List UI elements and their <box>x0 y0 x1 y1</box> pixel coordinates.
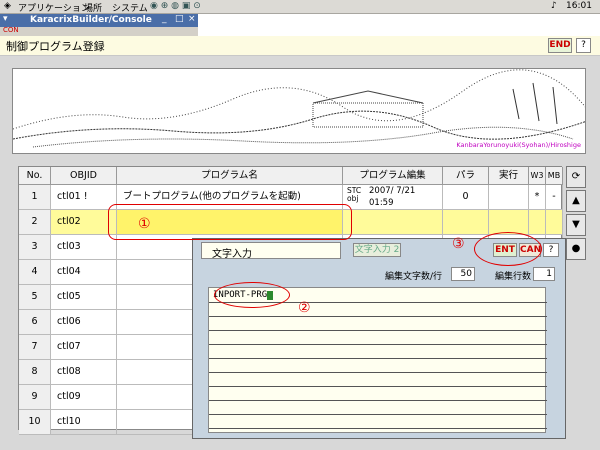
chars-per-line-label: 編集文字数/行 <box>385 272 443 282</box>
window-menu-icon[interactable]: ▾ <box>3 14 8 24</box>
close-icon[interactable]: × <box>188 14 196 24</box>
col-objid: OBJID <box>51 167 117 185</box>
cell-no: 8 <box>19 360 51 384</box>
text-edit-area[interactable]: INPORT-PRG <box>208 287 547 433</box>
cell-run[interactable] <box>489 185 529 209</box>
minimize-icon[interactable]: _ <box>162 14 167 24</box>
volume-icon[interactable]: ♪ <box>551 1 557 11</box>
console-tag: CON <box>3 26 19 34</box>
window-title: KaracrixBuilder/Console <box>30 15 152 25</box>
col-mb: MB <box>546 167 563 185</box>
cell-objid: ctl09 <box>51 385 117 409</box>
dialog-help-button[interactable]: ? <box>543 243 559 257</box>
apps-menu-icon[interactable]: ◈ <box>4 1 11 11</box>
cell-no: 2 <box>19 210 51 234</box>
launcher-icons[interactable]: ◉ ⊕ ◍ ▣ ⊙ <box>150 1 201 11</box>
system-menu-bar: ◈ アプリケーション 場所 システム ◉ ⊕ ◍ ▣ ⊙ ♪ 16:01 <box>0 0 600 14</box>
chars-per-line-input[interactable]: 50 <box>451 267 475 281</box>
banner-image: KanbaraYorunoyuki(Syohan)/Hiroshige <box>12 68 586 154</box>
cell-objid: ctl10 <box>51 410 117 434</box>
edit-type: STC obj <box>347 186 362 203</box>
cell-w3: * <box>529 185 546 209</box>
cell-objid: ctl05 <box>51 285 117 309</box>
annotation-circle-3 <box>474 232 542 266</box>
scroll-up-icon[interactable]: ▲ <box>566 190 586 212</box>
annotation-label-3: ③ <box>452 236 465 252</box>
cell-no: 3 <box>19 235 51 259</box>
page-title: 制御プログラム登録 <box>6 40 105 53</box>
scroll-down-icon[interactable]: ▼ <box>566 214 586 236</box>
edit-date: 2007/ 7/21 01:59 <box>369 186 416 208</box>
col-w3: W3 <box>529 167 546 185</box>
annotation-label-1: ① <box>138 216 151 232</box>
refresh-icon[interactable]: ⟳ <box>566 166 586 188</box>
banner-credit: KanbaraYorunoyuki(Syohan)/Hiroshige <box>456 141 581 149</box>
dot-icon[interactable]: ● <box>566 238 586 260</box>
menu-applications[interactable]: アプリケーション <box>18 1 90 14</box>
cell-no: 10 <box>19 410 51 434</box>
cell-no: 5 <box>19 285 51 309</box>
line-count-input[interactable]: 1 <box>533 267 555 281</box>
cell-objid: ctl07 <box>51 335 117 359</box>
text-input-tab[interactable]: 文字入力 2 <box>353 243 401 257</box>
annotation-label-2: ② <box>298 300 311 316</box>
window-toolbar: CON <box>0 26 198 36</box>
annotation-circle-2 <box>214 282 290 308</box>
cell-run[interactable] <box>489 210 529 234</box>
dialog-title: 文字入力 <box>201 242 341 260</box>
cell-objid: ctl06 <box>51 310 117 334</box>
col-program-edit: プログラム編集 <box>343 167 443 185</box>
cell-edit[interactable] <box>343 210 443 234</box>
window-titlebar[interactable]: ▾ KaracrixBuilder/Console _ □ × <box>0 14 198 27</box>
cell-mb <box>546 210 563 234</box>
cell-no: 6 <box>19 310 51 334</box>
col-no: No. <box>19 167 51 185</box>
cell-objid: ctl04 <box>51 260 117 284</box>
maximize-icon[interactable]: □ <box>175 14 184 24</box>
cell-w3 <box>529 210 546 234</box>
col-para: パラ <box>443 167 489 185</box>
cell-no: 1 <box>19 185 51 209</box>
cell-objid: ctl01 ! <box>51 185 117 209</box>
cell-no: 7 <box>19 335 51 359</box>
cell-edit[interactable]: STC obj 2007/ 7/21 01:59 <box>343 185 443 209</box>
menu-places[interactable]: 場所 <box>84 1 102 14</box>
cell-mb: - <box>546 185 563 209</box>
col-program-name: プログラム名 <box>117 167 343 185</box>
cell-para <box>443 210 489 234</box>
menu-system[interactable]: システム <box>112 1 148 14</box>
cell-objid: ctl03 <box>51 235 117 259</box>
page-titlebar: 制御プログラム登録 END ? <box>0 36 600 56</box>
cell-para: 0 <box>443 185 489 209</box>
clock: 16:01 <box>566 1 592 11</box>
end-button[interactable]: END <box>548 38 572 53</box>
col-run: 実行 <box>489 167 529 185</box>
help-button[interactable]: ? <box>576 38 591 53</box>
line-count-label: 編集行数 <box>495 272 532 282</box>
cell-objid: ctl08 <box>51 360 117 384</box>
cell-no: 4 <box>19 260 51 284</box>
cell-no: 9 <box>19 385 51 409</box>
